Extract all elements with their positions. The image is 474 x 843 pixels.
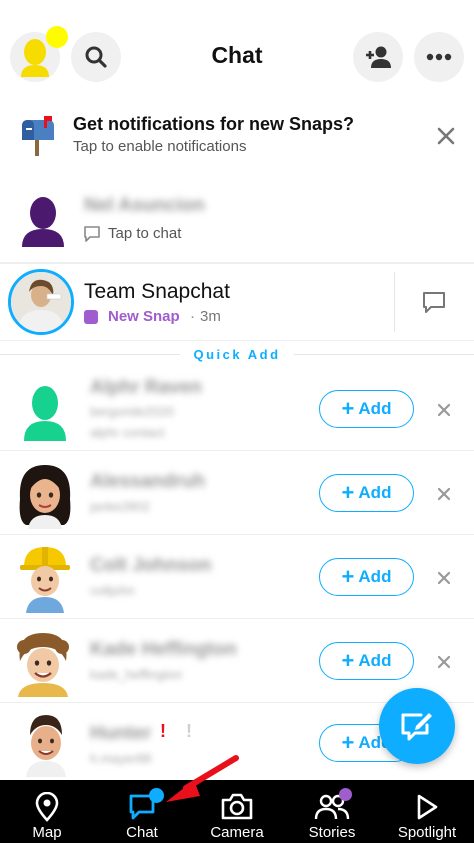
add-friend-button[interactable]: + Add (319, 474, 414, 512)
nav-item-spotlight[interactable]: Spotlight (382, 780, 472, 843)
add-friend-button[interactable] (353, 32, 403, 82)
avatar (22, 197, 64, 247)
exclamation-emoji: ! (160, 721, 166, 741)
unread-dot (339, 788, 352, 801)
nav-item-map[interactable]: Map (2, 780, 92, 843)
map-pin-icon (35, 792, 59, 822)
header: Chat (0, 0, 474, 108)
avatar (26, 715, 66, 777)
new-chat-button[interactable] (379, 688, 455, 764)
quick-add-name: Colt Johnson (90, 555, 212, 576)
list-item[interactable]: Alessandruh janke2802 + Add (0, 451, 474, 535)
quick-add-name: Alphr Raven (90, 377, 202, 398)
plus-icon: + (341, 396, 355, 421)
more-button[interactable] (414, 32, 464, 82)
mailbox-icon (22, 116, 54, 156)
list-item[interactable]: Alphr Raven bergoride2020 alphr contact … (0, 367, 474, 451)
plus-icon: + (341, 564, 355, 589)
nav-item-stories[interactable]: Stories (287, 780, 377, 843)
add-friend-button[interactable]: + Add (319, 558, 414, 596)
quick-add-name: Alessandruh (90, 471, 206, 492)
chat-status: New Snap (108, 308, 180, 325)
chat-row[interactable]: Nel Asuncion Tap to chat (0, 183, 474, 263)
add-friend-button[interactable]: + Add (319, 642, 414, 680)
divider (294, 354, 474, 355)
avatar (17, 633, 69, 697)
chat-name: Nel Asuncion (84, 195, 205, 216)
chat-row[interactable]: Team Snapchat New Snap · 3m (0, 263, 474, 341)
chat-bubble-icon (84, 226, 100, 242)
quick-add-username: coltjohn (90, 583, 135, 598)
new-snap-icon (84, 310, 98, 324)
quick-add-name: Hunter (90, 723, 152, 744)
spotlight-play-icon (417, 794, 438, 820)
dismiss-icon[interactable] (434, 568, 454, 588)
team-snapchat-photo (11, 272, 71, 332)
quick-add-username: janke2802 (90, 499, 150, 514)
notification-banner[interactable]: Get notifications for new Snaps? Tap to … (0, 108, 474, 168)
notification-title: Get notifications for new Snaps? (73, 114, 355, 134)
add-friend-icon (366, 46, 391, 68)
quick-add-detail: alphr contact (90, 425, 165, 440)
chat-bubble-icon[interactable] (421, 290, 447, 316)
row-divider-vertical (394, 272, 395, 332)
avatar (20, 547, 70, 613)
dismiss-icon[interactable] (434, 652, 454, 672)
nav-label: Camera (210, 824, 264, 841)
plus-icon: + (341, 730, 355, 755)
nav-label: Chat (126, 824, 158, 841)
chat-name: Team Snapchat (84, 280, 230, 303)
status-separator: · (190, 308, 195, 325)
more-icon (426, 53, 452, 61)
annotation-arrow-icon (166, 755, 239, 802)
avatar (24, 386, 66, 441)
dismiss-icon[interactable] (434, 400, 454, 420)
nav-label: Spotlight (397, 824, 457, 841)
plus-icon: + (341, 480, 355, 505)
close-icon[interactable] (432, 122, 460, 150)
notification-subtitle: Tap to enable notifications (73, 138, 247, 155)
chat-status: Tap to chat (108, 225, 182, 242)
quick-add-username: bergoride2020 (90, 404, 174, 419)
list-item[interactable]: Colt Johnson coltjohn + Add (0, 535, 474, 619)
avatar (19, 465, 71, 529)
dismiss-icon[interactable] (434, 484, 454, 504)
nav-label: Map (32, 824, 62, 841)
quick-add-name: Kade Heffington (90, 639, 237, 660)
new-chat-icon (401, 713, 432, 741)
quick-add-username: h.mayer88 (90, 751, 152, 766)
exclamation-emoji: ! (186, 721, 192, 741)
avatar (8, 269, 74, 335)
plus-icon: + (341, 648, 355, 673)
add-friend-button[interactable]: + Add (319, 390, 414, 428)
chat-time: 3m (200, 308, 221, 325)
nav-label: Stories (308, 824, 356, 841)
quick-add-username: kade_heffington (90, 667, 183, 682)
